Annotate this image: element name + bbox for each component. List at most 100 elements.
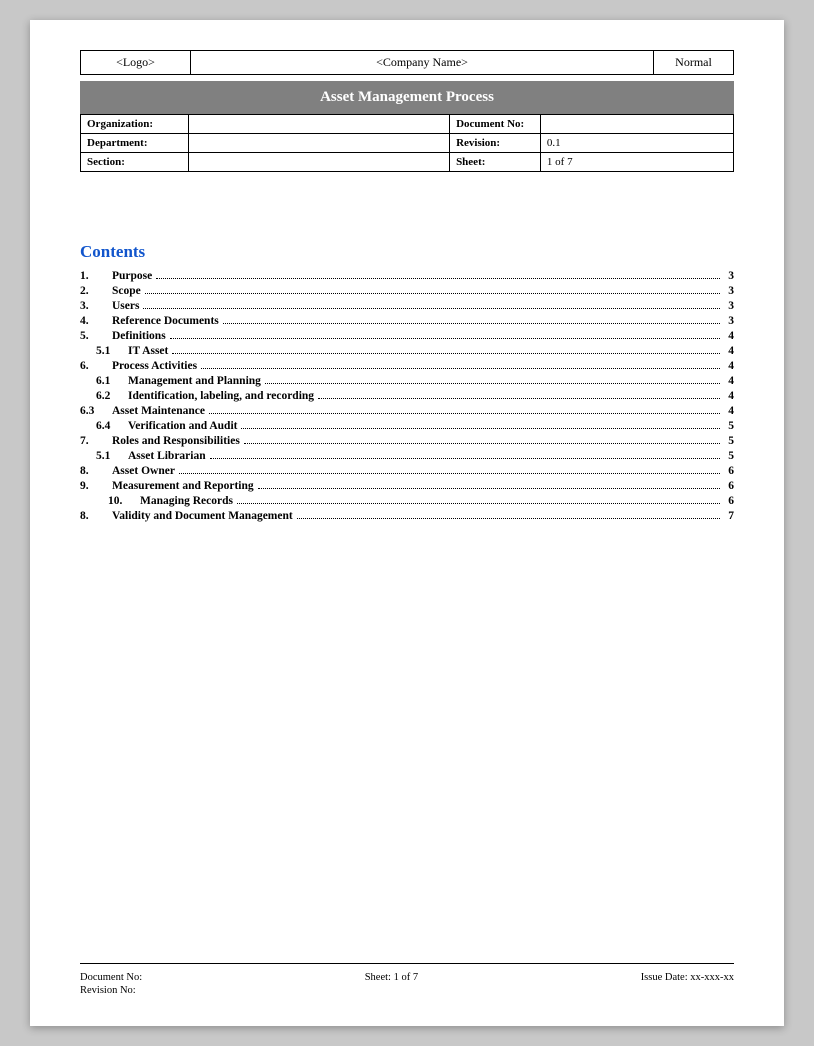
toc-dots [143, 308, 720, 309]
normal-text: Normal [675, 55, 712, 69]
toc-item: 9.Measurement and Reporting 6 [80, 480, 734, 492]
toc-item: 5.1Asset Librarian5 [80, 450, 734, 462]
toc-dots [241, 428, 720, 429]
toc-item: 8.Asset Owner 6 [80, 465, 734, 477]
toc-page: 3 [724, 270, 734, 282]
toc-number: 3. [80, 300, 112, 312]
toc-dots [156, 278, 720, 279]
toc-page: 5 [724, 435, 734, 447]
toc-number: 1. [80, 270, 112, 282]
toc-text: Management and Planning [128, 375, 261, 387]
footer-issue-date: Issue Date: xx-xxx-xx [641, 972, 734, 983]
toc-text: Process Activities [112, 360, 197, 372]
toc-page: 6 [724, 495, 734, 507]
toc-text: Measurement and Reporting [112, 480, 254, 492]
toc-text: Roles and Responsibilities [112, 435, 240, 447]
toc-text: Definitions [112, 330, 166, 342]
toc-page: 4 [724, 345, 734, 357]
toc-text: Asset Maintenance [112, 405, 205, 417]
toc-page: 4 [724, 360, 734, 372]
toc-text: IT Asset [128, 345, 168, 357]
section-label: Section: [81, 153, 189, 172]
toc-item: 6.4Verification and Audit 5 [80, 420, 734, 432]
toc-page: 5 [724, 450, 734, 462]
contents-heading: Contents [80, 242, 734, 262]
toc-number: 8. [80, 510, 112, 522]
toc-dots [237, 503, 720, 504]
toc-dots [258, 488, 720, 489]
toc-item: 8.Validity and Document Management 7 [80, 510, 734, 522]
footer-docno: Document No: [80, 972, 142, 983]
toc-number: 4. [80, 315, 112, 327]
footer: Document No: Revision No: Sheet: 1 of 7 … [80, 963, 734, 996]
toc-item: 5.1IT Asset4 [80, 345, 734, 357]
footer-center: Sheet: 1 of 7 [365, 972, 418, 996]
toc-number: 6.3 [80, 405, 112, 417]
toc-item: 4.Reference Documents 3 [80, 315, 734, 327]
toc-page: 4 [724, 375, 734, 387]
sheet-label: Sheet: [450, 153, 541, 172]
dept-value [188, 134, 449, 153]
toc-dots [209, 413, 720, 414]
toc-item: 6.Process Activities 4 [80, 360, 734, 372]
toc-dots [201, 368, 720, 369]
toc-number: 9. [80, 480, 112, 492]
toc-page: 7 [724, 510, 734, 522]
toc-dots [145, 293, 720, 294]
toc-number: 10. [80, 495, 140, 507]
toc-number: 5. [80, 330, 112, 342]
toc-number: 5.1 [80, 450, 128, 462]
docno-value [540, 115, 733, 134]
toc-text: Purpose [112, 270, 152, 282]
toc-dots [210, 458, 720, 459]
company-cell: <Company Name> [191, 51, 654, 75]
toc-page: 6 [724, 465, 734, 477]
toc-text: Validity and Document Management [112, 510, 293, 522]
docno-label: Document No: [450, 115, 541, 134]
toc-item: 3.Users3 [80, 300, 734, 312]
toc-text: Reference Documents [112, 315, 219, 327]
header-table: <Logo> <Company Name> Normal [80, 50, 734, 75]
toc-page: 6 [724, 480, 734, 492]
page: <Logo> <Company Name> Normal Asset Manag… [30, 20, 784, 1026]
toc-item: 6.1Management and Planning 4 [80, 375, 734, 387]
table-of-contents: 1.Purpose32.Scope33.Users34.Reference Do… [80, 270, 734, 525]
logo-text: <Logo> [116, 55, 155, 69]
toc-item: 1.Purpose 3 [80, 270, 734, 282]
company-text: <Company Name> [376, 55, 468, 69]
footer-left: Document No: Revision No: [80, 972, 142, 996]
footer-right: Issue Date: xx-xxx-xx [641, 972, 734, 996]
toc-text: Users [112, 300, 139, 312]
toc-text: Identification, labeling, and recording [128, 390, 314, 402]
toc-dots [170, 338, 720, 339]
toc-number: 8. [80, 465, 112, 477]
toc-item: 2.Scope3 [80, 285, 734, 297]
toc-item: 10.Managing Records6 [80, 495, 734, 507]
toc-text: Verification and Audit [128, 420, 237, 432]
toc-dots [179, 473, 720, 474]
toc-page: 3 [724, 315, 734, 327]
rev-label: Revision: [450, 134, 541, 153]
toc-dots [297, 518, 720, 519]
info-table: Organization: Document No: Department: R… [80, 114, 734, 172]
toc-page: 4 [724, 405, 734, 417]
toc-dots [172, 353, 720, 354]
toc-dots [223, 323, 720, 324]
org-value [188, 115, 449, 134]
toc-number: 2. [80, 285, 112, 297]
sheet-value: 1 of 7 [540, 153, 733, 172]
toc-page: 5 [724, 420, 734, 432]
normal-cell: Normal [654, 51, 734, 75]
logo-cell: <Logo> [81, 51, 191, 75]
section-value [188, 153, 449, 172]
dept-label: Department: [81, 134, 189, 153]
toc-text: Asset Owner [112, 465, 175, 477]
footer-revno: Revision No: [80, 985, 142, 996]
toc-number: 6. [80, 360, 112, 372]
toc-number: 6.1 [80, 375, 128, 387]
toc-number: 6.4 [80, 420, 128, 432]
toc-page: 4 [724, 330, 734, 342]
toc-number: 7. [80, 435, 112, 447]
toc-page: 4 [724, 390, 734, 402]
rev-value: 0.1 [540, 134, 733, 153]
